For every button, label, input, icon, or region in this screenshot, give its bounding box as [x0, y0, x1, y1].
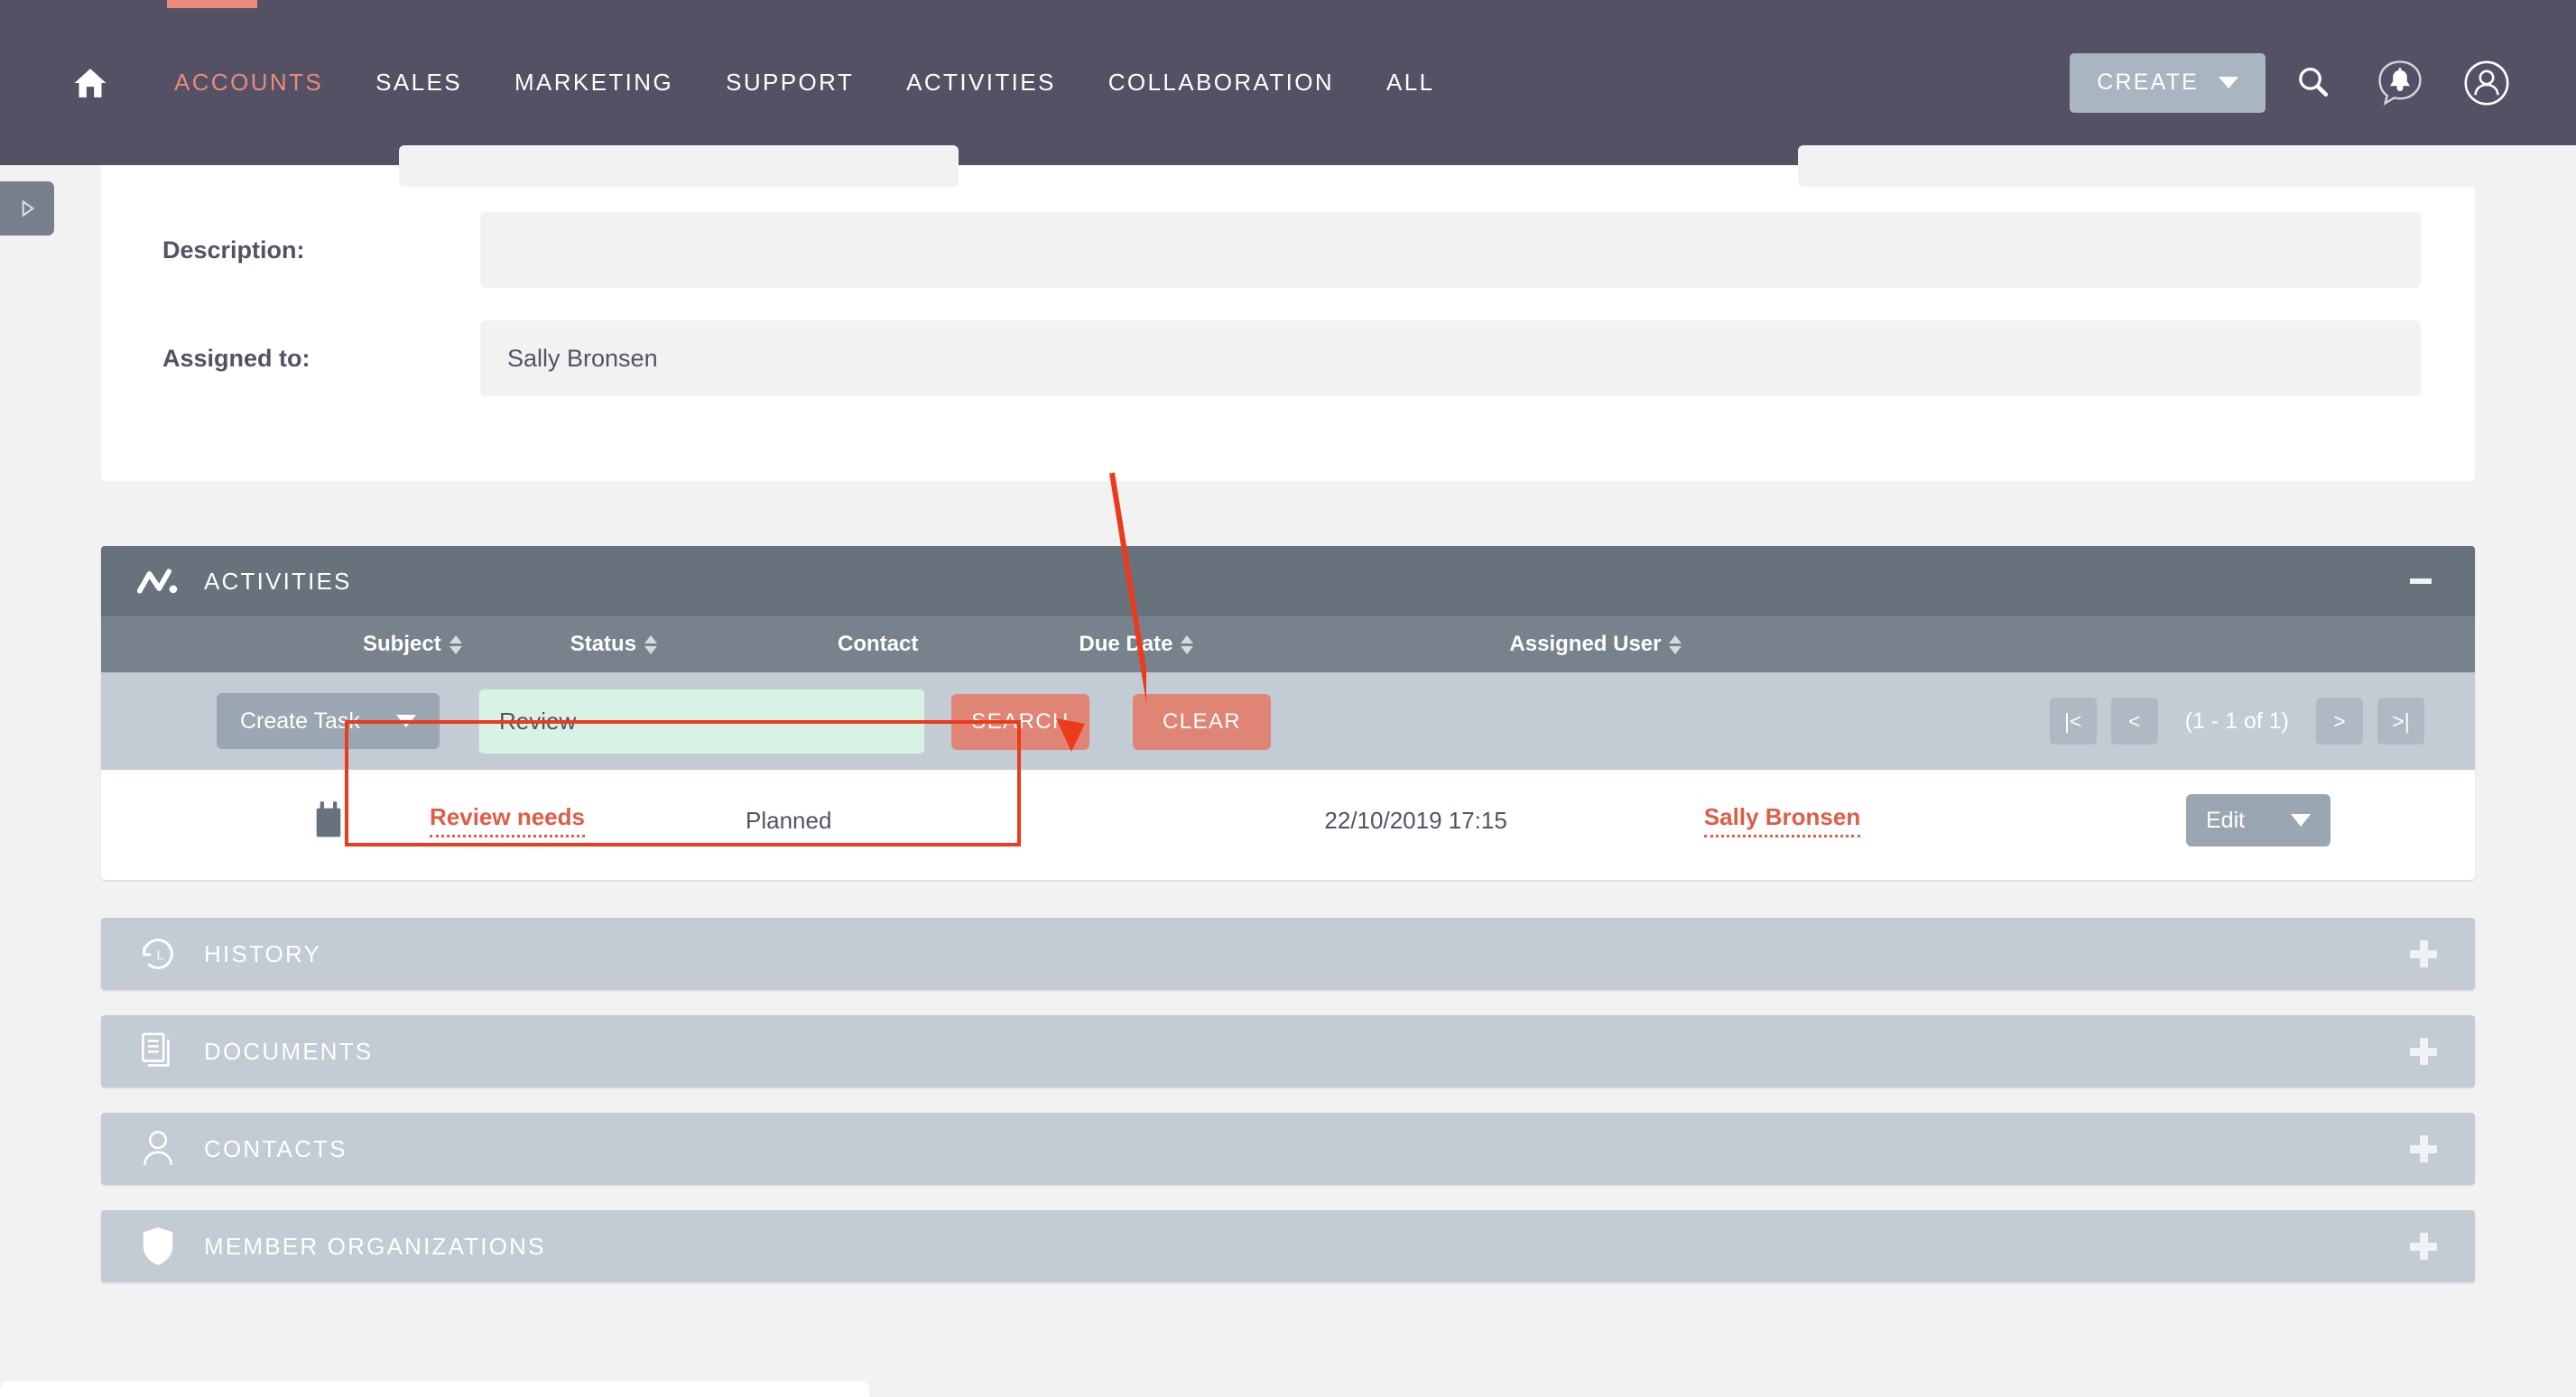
documents-expand-plus-icon[interactable]	[2410, 1038, 2437, 1065]
history-panel[interactable]: L HISTORY	[101, 918, 2475, 990]
activity-chart-icon	[135, 561, 181, 601]
account-detail-card: Description: Assigned to: Sally Bronsen	[101, 145, 2576, 481]
column-header-assigned-user-label: Assigned User	[1509, 632, 1662, 656]
chevron-down-icon	[2219, 77, 2238, 88]
history-clock-icon: L	[135, 932, 181, 976]
column-header-due-date[interactable]: Due Date	[1079, 632, 1194, 657]
nav-link-collaboration[interactable]: COLLABORATION	[1082, 69, 1360, 97]
bottom-status-strip	[0, 1381, 869, 1397]
column-header-contact-label: Contact	[838, 632, 919, 656]
activities-panel-header[interactable]: ACTIVITIES	[101, 546, 2475, 616]
navbar-actions: CREATE	[2070, 0, 2525, 165]
nav-link-support[interactable]: SUPPORT	[700, 69, 880, 97]
contacts-expand-plus-icon[interactable]	[2410, 1135, 2437, 1162]
create-task-button[interactable]: Create Task	[217, 693, 440, 749]
shield-icon	[135, 1225, 181, 1268]
nav-links: ACCOUNTS SALES MARKETING SUPPORT ACTIVIT…	[148, 69, 1461, 97]
nav-link-accounts[interactable]: ACCOUNTS	[148, 69, 349, 97]
column-header-status[interactable]: Status	[570, 632, 658, 657]
row-status: Planned	[745, 806, 832, 834]
create-button-label: CREATE	[2097, 69, 2199, 95]
documents-panel-title: DOCUMENTS	[204, 1037, 374, 1065]
activities-toolbar: Create Task SEARCH CLEAR |< < (1 - 1 of …	[101, 672, 2475, 770]
nav-link-marketing[interactable]: MARKETING	[488, 69, 700, 97]
row-assigned-user-link[interactable]: Sally Bronsen	[1703, 803, 1861, 837]
field-value-assigned-to[interactable]: Sally Bronsen	[480, 320, 2421, 396]
pagination-last-button[interactable]: >|	[2377, 698, 2424, 745]
column-header-assigned-user[interactable]: Assigned User	[1509, 632, 1682, 657]
field-box-partial-right	[1798, 145, 2576, 187]
sort-icon	[1669, 634, 1682, 654]
chevron-down-icon	[395, 715, 416, 727]
field-row-description: Description:	[101, 212, 2475, 288]
row-edit-button[interactable]: Edit	[2186, 794, 2330, 847]
activities-collapse-minus-icon[interactable]	[2410, 578, 2437, 584]
activities-panel-title: ACTIVITIES	[204, 567, 352, 595]
contacts-panel[interactable]: CONTACTS	[101, 1113, 2475, 1185]
row-due-date: 22/10/2019 17:15	[1324, 806, 1507, 834]
history-panel-title: HISTORY	[204, 939, 322, 967]
field-label-description: Description:	[162, 236, 305, 264]
pagination-next-button[interactable]: >	[2316, 698, 2363, 745]
field-box-partial-left	[399, 145, 959, 187]
column-header-status-label: Status	[570, 632, 637, 656]
top-navbar: ACCOUNTS SALES MARKETING SUPPORT ACTIVIT…	[0, 0, 2576, 165]
user-profile-icon[interactable]	[2448, 44, 2525, 122]
pagination-controls: |< < (1 - 1 of 1) > >|	[2049, 698, 2424, 745]
nav-link-sales[interactable]: SALES	[349, 69, 488, 97]
search-button[interactable]: SEARCH	[951, 694, 1089, 750]
app-page: ACCOUNTS SALES MARKETING SUPPORT ACTIVIT…	[0, 0, 2576, 1397]
create-task-label: Create Task	[240, 708, 360, 734]
clear-button[interactable]: CLEAR	[1133, 694, 1271, 750]
contacts-person-icon	[135, 1127, 181, 1170]
task-clipboard-icon	[310, 800, 347, 840]
history-expand-plus-icon[interactable]	[2410, 940, 2437, 967]
column-header-due-date-label: Due Date	[1079, 632, 1173, 656]
activities-table-header: Subject Status Contact Due Date Assigned…	[101, 616, 2475, 672]
create-button[interactable]: CREATE	[2070, 52, 2266, 113]
nav-link-activities[interactable]: ACTIVITIES	[880, 69, 1082, 97]
sidebar-expand-toggle[interactable]	[0, 181, 54, 236]
pagination-prev-button[interactable]: <	[2110, 698, 2158, 745]
column-header-subject[interactable]: Subject	[363, 632, 462, 657]
documents-panel[interactable]: DOCUMENTS	[101, 1015, 2475, 1087]
sort-icon	[644, 634, 658, 654]
sort-icon	[449, 634, 462, 654]
contacts-panel-title: CONTACTS	[204, 1134, 347, 1162]
notifications-icon[interactable]	[2361, 44, 2439, 122]
column-header-contact: Contact	[838, 632, 918, 657]
field-value-description[interactable]	[480, 212, 2421, 288]
activities-search-input[interactable]	[478, 689, 925, 754]
svg-text:L: L	[157, 948, 164, 963]
nav-link-all[interactable]: ALL	[1360, 69, 1460, 97]
sort-icon	[1181, 634, 1194, 654]
home-icon[interactable]	[70, 63, 110, 103]
documents-icon	[135, 1030, 181, 1073]
pagination-first-button[interactable]: |<	[2049, 698, 2097, 745]
column-header-subject-label: Subject	[363, 632, 441, 656]
pagination-count: (1 - 1 of 1)	[2184, 708, 2289, 734]
row-subject-link[interactable]: Review needs	[430, 803, 585, 837]
field-row-assigned-to: Assigned to: Sally Bronsen	[101, 320, 2475, 396]
member-organizations-expand-plus-icon[interactable]	[2410, 1233, 2437, 1260]
activities-panel: ACTIVITIES Subject Status Contact Due Da…	[101, 546, 2475, 880]
chevron-down-icon	[2291, 814, 2311, 827]
field-label-assigned-to: Assigned to:	[162, 344, 310, 372]
member-organizations-panel[interactable]: MEMBER ORGANIZATIONS	[101, 1210, 2475, 1282]
search-icon[interactable]	[2275, 44, 2352, 122]
table-row: Review needs Planned 22/10/2019 17:15 Sa…	[101, 770, 2475, 871]
row-edit-label: Edit	[2206, 807, 2246, 833]
member-organizations-panel-title: MEMBER ORGANIZATIONS	[204, 1232, 546, 1260]
